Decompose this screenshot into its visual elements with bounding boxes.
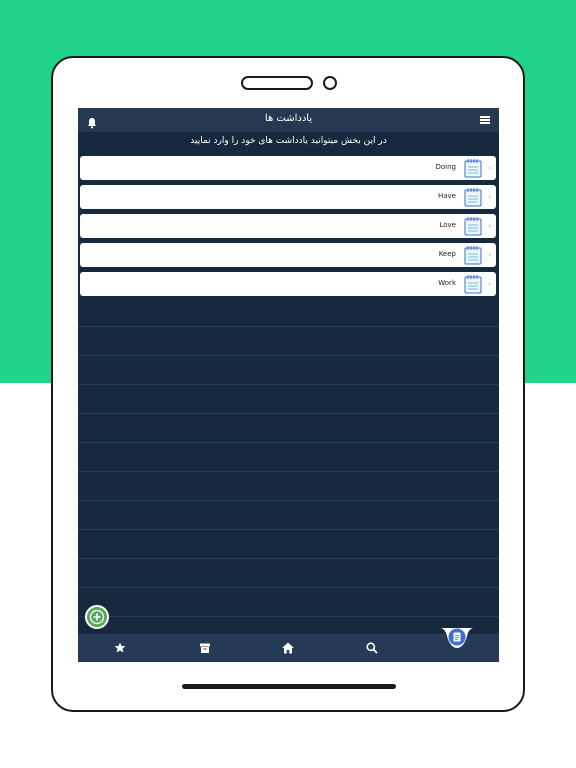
search-icon[interactable] — [364, 640, 380, 656]
list-item[interactable]: Have › — [80, 185, 496, 209]
ruled-line — [78, 587, 499, 588]
note-title: Doing — [435, 163, 457, 171]
app-screen: یادداشت ها در این بخش میتوانید یادداشت ه… — [78, 108, 499, 662]
ruled-line — [78, 413, 499, 414]
star-icon[interactable] — [112, 640, 128, 656]
menu-icon[interactable] — [480, 116, 490, 124]
ruled-line — [78, 616, 499, 617]
ruled-line — [78, 326, 499, 327]
notepad-icon — [464, 158, 482, 178]
plus-icon — [89, 609, 105, 625]
note-title: Keep — [438, 250, 456, 258]
chevron-right-icon: › — [488, 193, 491, 201]
list-item[interactable]: Keep › — [80, 243, 496, 267]
list-item[interactable]: Work › — [80, 272, 496, 296]
notepad-icon — [464, 187, 482, 207]
tablet-home-bar — [182, 684, 396, 689]
archive-icon[interactable] — [197, 640, 213, 656]
document-icon — [453, 632, 461, 642]
list-item[interactable]: Doing › — [80, 156, 496, 180]
notepad-icon — [464, 245, 482, 265]
notepad-icon — [464, 216, 482, 236]
page-title: یادداشت ها — [264, 113, 313, 124]
tablet-camera — [323, 76, 337, 90]
note-title: Love — [439, 221, 456, 229]
ruled-line — [78, 355, 499, 356]
ruled-line — [78, 471, 499, 472]
home-icon[interactable] — [280, 640, 296, 656]
chevron-right-icon: › — [488, 251, 491, 259]
document-tab-button[interactable] — [440, 626, 474, 650]
ruled-line — [78, 529, 499, 530]
bottom-tab-bar — [78, 634, 499, 662]
note-title: Have — [437, 192, 456, 200]
chevron-right-icon: › — [488, 164, 491, 172]
ruled-line — [78, 384, 499, 385]
chevron-right-icon: › — [488, 222, 491, 230]
note-title: Work — [438, 279, 456, 287]
ruled-line — [78, 442, 499, 443]
chevron-right-icon: › — [488, 280, 491, 288]
notepad-icon — [464, 274, 482, 294]
list-item[interactable]: Love › — [80, 214, 496, 238]
top-app-bar: یادداشت ها — [78, 108, 499, 132]
page-subtitle: در این بخش میتوانید یادداشت های خود را و… — [190, 136, 387, 146]
tablet-speaker — [241, 76, 313, 90]
ruled-line — [78, 558, 499, 559]
ruled-line — [78, 500, 499, 501]
add-note-button[interactable] — [85, 605, 109, 629]
